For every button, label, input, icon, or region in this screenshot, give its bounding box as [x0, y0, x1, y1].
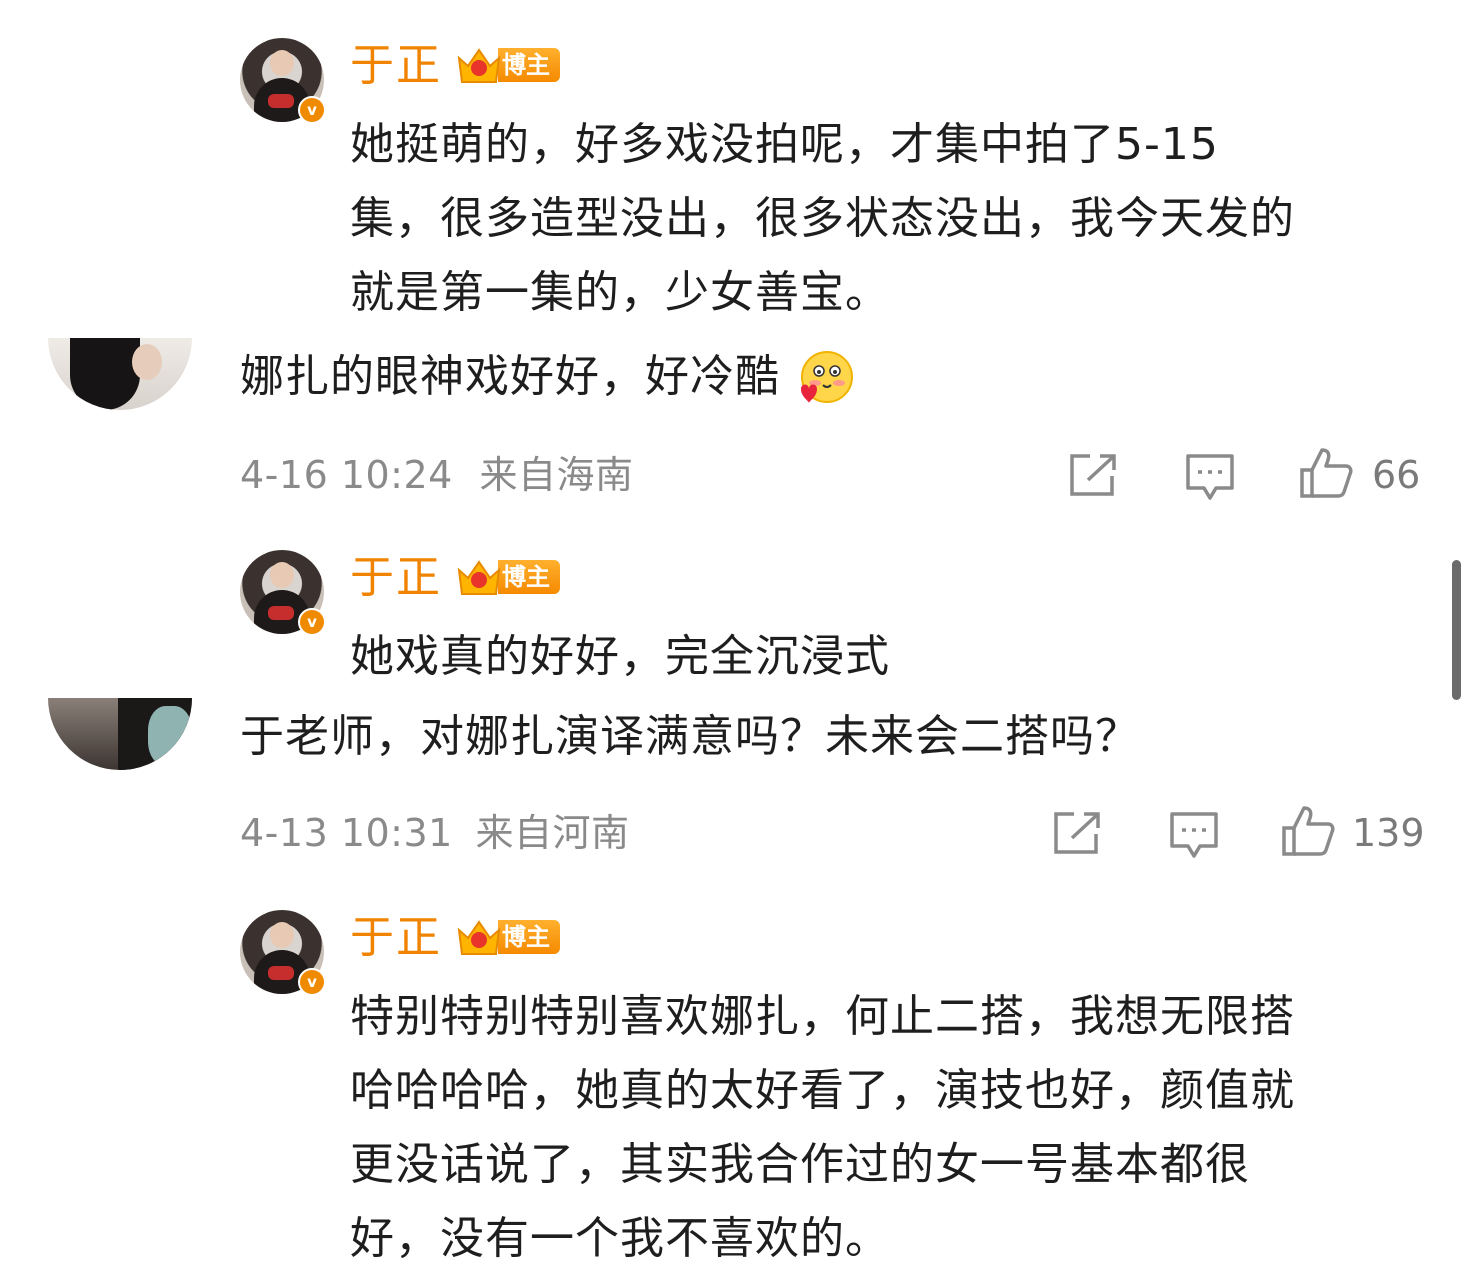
comment-date: 4-16 10:24 [240, 453, 453, 497]
reply-text-line: 集，很多造型没出，很多状态没出，我今天发的 [350, 193, 1295, 244]
reply-author-name[interactable]: 于正 [350, 38, 442, 94]
blushing-heart-emoji-icon [795, 349, 855, 409]
verified-badge-icon: v [298, 608, 326, 636]
reply-text-line: 就是第一集的，少女善宝。 [350, 267, 890, 318]
reply-author-name[interactable]: 于正 [350, 910, 442, 966]
reply-text-line: 特别特别特别喜欢娜扎，何止二搭，我想无限搭 [350, 991, 1295, 1042]
crown-icon [456, 916, 502, 958]
share-icon[interactable] [1068, 452, 1118, 502]
comment-icon[interactable] [1168, 810, 1220, 864]
reply-text-line: 好，没有一个我不喜欢的。 [350, 1213, 890, 1264]
thumbs-up-icon[interactable] [1298, 446, 1354, 504]
thumbs-up-icon[interactable] [1280, 804, 1336, 862]
avatar[interactable] [48, 338, 192, 410]
comment-meta: 4-13 10:31 来自河南 [240, 808, 629, 858]
comment-location: 来自海南 [479, 453, 634, 497]
comment-meta: 4-16 10:24 来自海南 [240, 450, 633, 500]
scrollbar[interactable] [1452, 560, 1461, 700]
comment-text: 于老师，对娜扎演译满意吗？未来会二搭吗？ [240, 711, 1140, 762]
avatar[interactable] [48, 698, 192, 770]
like-count: 139 [1352, 811, 1425, 855]
reply-text-line: 她戏真的好好，完全沉浸式 [350, 631, 890, 682]
reply-text-line: 更没话说了，其实我合作过的女一号基本都很 [350, 1139, 1250, 1190]
reply-text-line: 她挺萌的，好多戏没拍呢，才集中拍了5-15 [350, 119, 1219, 170]
crown-icon [456, 556, 502, 598]
verified-badge-icon: v [298, 968, 326, 996]
blogger-badge: 博主 [456, 916, 560, 958]
badge-label: 博主 [498, 560, 560, 594]
comment-date: 4-13 10:31 [240, 811, 453, 855]
blogger-badge: 博主 [456, 44, 560, 86]
comment-icon[interactable] [1184, 452, 1236, 506]
reply-text-line: 哈哈哈哈，她真的太好看了，演技也好，颜值就 [350, 1065, 1295, 1116]
verified-badge-icon: v [298, 96, 326, 124]
comment-location: 来自河南 [475, 811, 630, 855]
share-icon[interactable] [1052, 810, 1102, 860]
comment-text: 娜扎的眼神戏好好，好冷酷 [240, 340, 855, 414]
comment-text-content: 娜扎的眼神戏好好，好冷酷 [240, 351, 780, 402]
crown-icon [456, 44, 502, 86]
reply-author-name[interactable]: 于正 [350, 550, 442, 606]
badge-label: 博主 [498, 920, 560, 954]
badge-label: 博主 [498, 48, 560, 82]
blogger-badge: 博主 [456, 556, 560, 598]
like-count: 66 [1372, 453, 1421, 497]
